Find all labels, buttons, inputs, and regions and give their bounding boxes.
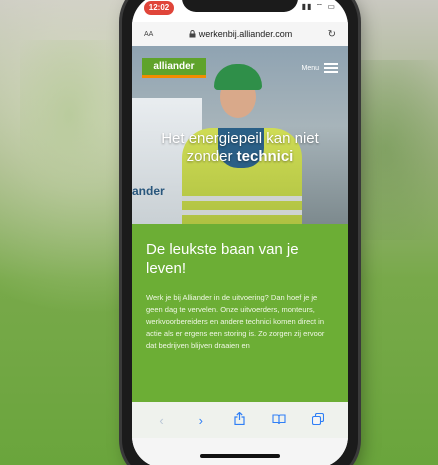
book-icon[interactable] (269, 413, 289, 428)
hamburger-icon (324, 61, 338, 75)
phone-notch (182, 0, 298, 12)
reflective-stripe (182, 210, 302, 215)
background-blur-left (20, 40, 120, 190)
reload-icon[interactable]: ↻ (328, 29, 336, 40)
menu-label: Menu (301, 64, 319, 72)
tabs-icon[interactable] (308, 412, 328, 428)
phone-frame: 12:02 ▮▮ ⌔ ▭ AA werkenbij.alliander.com … (122, 0, 358, 465)
hero-title-bold: technici (236, 148, 294, 165)
browser-toolbar: ‹ › (132, 402, 348, 438)
van-lettering: ander (132, 184, 165, 198)
url-text: werkenbij.alliander.com (198, 29, 293, 39)
section-heading: De leukste baan van je leven! (146, 241, 299, 277)
browser-address-bar[interactable]: AA werkenbij.alliander.com ↻ (132, 22, 348, 46)
chevron-right-icon[interactable]: › (191, 413, 211, 428)
background-scene: 12:02 ▮▮ ⌔ ▭ AA werkenbij.alliander.com … (0, 0, 438, 465)
share-icon[interactable] (230, 411, 250, 428)
menu-button[interactable]: Menu (301, 61, 338, 75)
alliander-logo[interactable]: alliander (142, 58, 206, 78)
home-indicator[interactable] (200, 454, 280, 458)
reflective-stripe (182, 196, 302, 201)
lock-icon (189, 30, 196, 38)
status-icons: ▮▮ ⌔ ▭ (301, 2, 336, 11)
section-body: Werk je bij Alliander in de uitvoering? … (146, 293, 325, 350)
hero-title: Het energiepeil kan niet zonder technici (140, 130, 340, 166)
worker-helmet (214, 64, 262, 90)
url-display[interactable]: werkenbij.alliander.com (189, 29, 293, 39)
hero-section: ander alliander Menu Het energiepeil kan… (132, 46, 348, 224)
text-size-button[interactable]: AA (144, 31, 153, 38)
phone-screen: 12:02 ▮▮ ⌔ ▭ AA werkenbij.alliander.com … (132, 0, 348, 465)
chevron-left-icon[interactable]: ‹ (152, 413, 172, 428)
home-area (132, 438, 348, 465)
status-time: 12:02 (144, 1, 174, 15)
